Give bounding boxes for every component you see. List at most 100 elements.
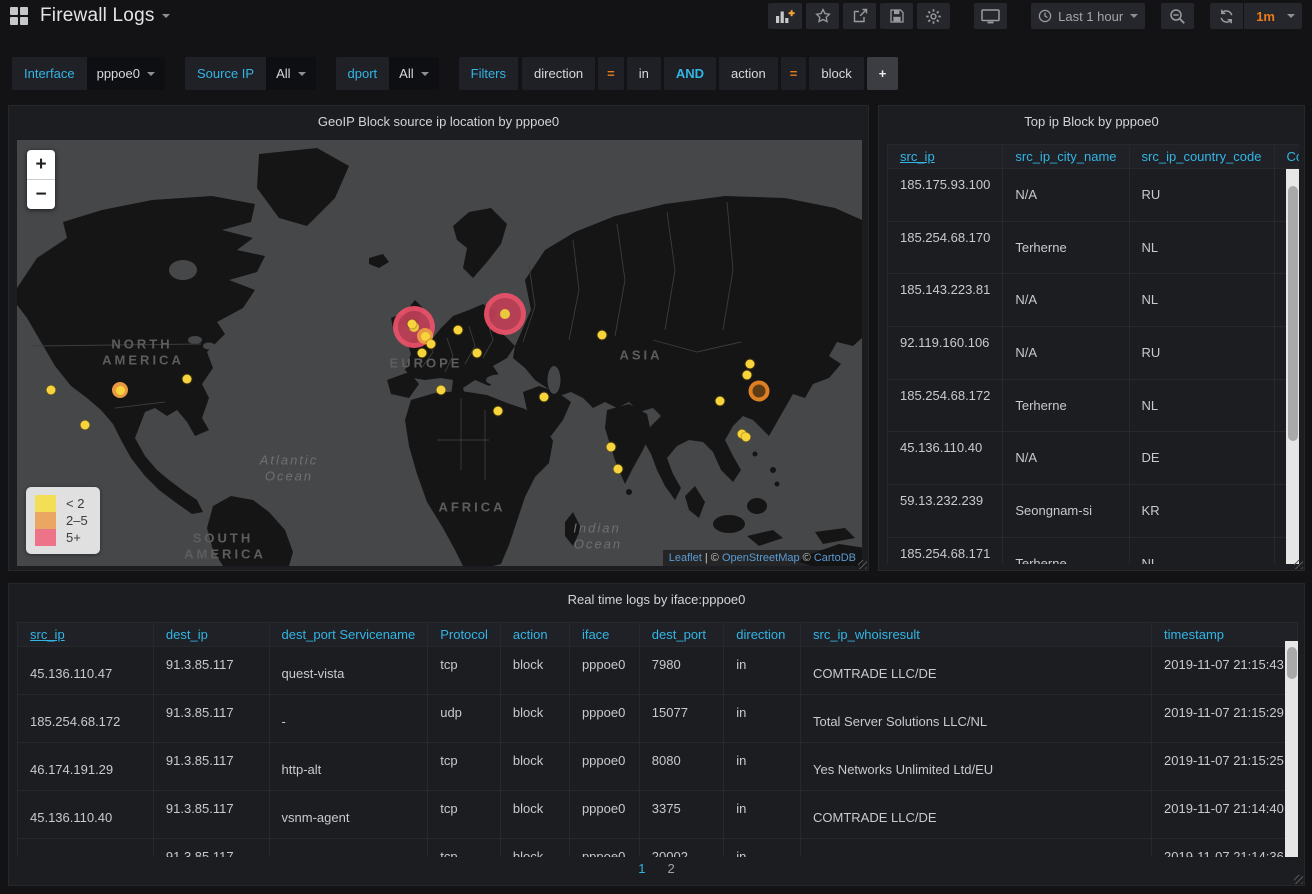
top-table-panel-title[interactable]: Top ip Block by pppoe0 bbox=[879, 106, 1304, 140]
interface-value-dropdown[interactable]: pppoe0 bbox=[87, 57, 165, 90]
map-marker-small[interactable] bbox=[598, 331, 607, 340]
table-row: 185.254.68.17291.3.85.117-udpblockpppoe0… bbox=[18, 695, 1298, 743]
world-map[interactable]: NORTHAMERICAEUROPEASIAAFRICASOUTHAMERICA… bbox=[17, 140, 862, 566]
refresh-interval-picker[interactable]: 1m bbox=[1244, 3, 1302, 29]
map-marker-small[interactable] bbox=[473, 349, 482, 358]
cell-action: block bbox=[500, 743, 569, 791]
filter-chip-action[interactable]: action bbox=[719, 57, 778, 90]
column-header-dest_ip[interactable]: dest_ip bbox=[153, 623, 269, 647]
page-button-2[interactable]: 2 bbox=[668, 861, 675, 876]
save-dashboard-button[interactable] bbox=[880, 3, 913, 29]
cell-src_ip_country_code: NL bbox=[1129, 379, 1274, 432]
legend-item: 2–5 bbox=[35, 512, 88, 529]
cell-src_ip: 185.254.68.172 bbox=[18, 695, 154, 743]
filter-chip-=[interactable]: = bbox=[598, 57, 624, 90]
cell-dest_port-servicename: commtact-http bbox=[269, 839, 428, 858]
panel-resize-handle[interactable] bbox=[858, 560, 867, 569]
logs-panel-title[interactable]: Real time logs by iface:pppoe0 bbox=[9, 584, 1304, 618]
star-dashboard-button[interactable] bbox=[806, 3, 839, 29]
map-marker-small[interactable] bbox=[607, 443, 616, 452]
filter-chip-and[interactable]: AND bbox=[664, 57, 716, 90]
panel-resize-handle[interactable] bbox=[1294, 875, 1303, 884]
share-dashboard-button[interactable] bbox=[843, 3, 876, 29]
map-marker-small[interactable] bbox=[183, 375, 192, 384]
attribution-link-leaflet[interactable]: Leaflet bbox=[669, 552, 702, 564]
map-marker-small[interactable] bbox=[743, 371, 752, 380]
source-ip-value-dropdown[interactable]: All bbox=[266, 57, 315, 90]
cell-src_ip: 59.13.232.239 bbox=[888, 485, 1003, 538]
map-marker-small[interactable] bbox=[427, 340, 436, 349]
column-header-src_ip[interactable]: src_ip bbox=[888, 145, 1003, 169]
map-marker-big[interactable] bbox=[484, 293, 526, 335]
cell-action: block bbox=[500, 695, 569, 743]
cell-src_ip_country_code: NL bbox=[1129, 274, 1274, 327]
dashboard-settings-button[interactable] bbox=[917, 3, 950, 29]
page-button-1[interactable]: 1 bbox=[638, 861, 645, 876]
map-marker-ring[interactable] bbox=[749, 381, 770, 402]
map-marker-small[interactable] bbox=[408, 320, 417, 329]
logs-table-scroll-area[interactable]: src_ipdest_ipdest_port ServicenameProtoc… bbox=[17, 622, 1298, 857]
attribution-link-openstreetmap[interactable]: OpenStreetMap bbox=[722, 552, 800, 564]
column-header-direction[interactable]: direction bbox=[724, 623, 801, 647]
attribution-separator: © bbox=[800, 552, 814, 564]
filter-chip-direction[interactable]: direction bbox=[522, 57, 595, 90]
filter-chip-list: direction=inANDaction=block+ bbox=[522, 57, 898, 90]
column-header-timestamp[interactable]: timestamp bbox=[1152, 623, 1298, 647]
map-marker-small[interactable] bbox=[494, 407, 503, 416]
map-marker-small[interactable] bbox=[540, 393, 549, 402]
column-header-src_ip[interactable]: src_ip bbox=[18, 623, 154, 647]
column-header-src_ip_city_name[interactable]: src_ip_city_name bbox=[1003, 145, 1129, 169]
map-panel-title[interactable]: GeoIP Block source ip location by pppoe0 bbox=[9, 106, 868, 140]
map-marker-small[interactable] bbox=[47, 386, 56, 395]
filter-chip-in[interactable]: in bbox=[627, 57, 661, 90]
zoom-out-time-button[interactable] bbox=[1161, 3, 1194, 29]
map-marker-small[interactable] bbox=[437, 386, 446, 395]
map-marker-small[interactable] bbox=[454, 326, 463, 335]
cell-src_ip: 185.254.68.170 bbox=[888, 221, 1003, 274]
map-marker-small[interactable] bbox=[418, 349, 427, 358]
time-range-picker[interactable]: Last 1 hour bbox=[1031, 3, 1145, 29]
source-ip-caret-icon bbox=[298, 72, 306, 76]
top-table-scrollbar[interactable] bbox=[1286, 169, 1299, 564]
map-zoom-out-button[interactable]: − bbox=[27, 180, 55, 209]
cell-src_ip_whoisresult: Yes Networks Unlimited Ltd/EU bbox=[800, 743, 1151, 791]
cell-dest_port: 8080 bbox=[639, 743, 723, 791]
map-marker-small[interactable] bbox=[81, 421, 90, 430]
map-marker-small[interactable] bbox=[614, 465, 623, 474]
column-header-dest_port-servicename[interactable]: dest_port Servicename bbox=[269, 623, 428, 647]
map-marker-small[interactable] bbox=[716, 397, 725, 406]
logs-table-scrollbar[interactable] bbox=[1285, 641, 1298, 857]
table-row: 46.174.191.2991.3.85.117http-alttcpblock… bbox=[18, 743, 1298, 791]
cell-iface: pppoe0 bbox=[569, 743, 639, 791]
map-marker-mid[interactable] bbox=[112, 382, 128, 398]
refresh-button[interactable] bbox=[1210, 3, 1243, 29]
panel-resize-handle[interactable] bbox=[1294, 560, 1303, 569]
column-header-protocol[interactable]: Protocol bbox=[428, 623, 501, 647]
add-filter-button[interactable]: + bbox=[867, 57, 899, 90]
column-header-src_ip_whoisresult[interactable]: src_ip_whoisresult bbox=[800, 623, 1151, 647]
add-panel-button[interactable] bbox=[768, 3, 802, 29]
filter-chip-block[interactable]: block bbox=[809, 57, 863, 90]
attribution-link-cartodb[interactable]: CartoDB bbox=[814, 552, 856, 564]
kiosk-mode-button[interactable] bbox=[974, 3, 1007, 29]
interface-label: Interface bbox=[12, 57, 87, 90]
column-header-count[interactable]: Count bbox=[1274, 145, 1299, 169]
filter-chip-=[interactable]: = bbox=[781, 57, 807, 90]
table-row: 45.136.110.4791.3.85.117quest-vistatcpbl… bbox=[18, 647, 1298, 695]
top-table-scroll-area[interactable]: src_ipsrc_ip_city_namesrc_ip_country_cod… bbox=[887, 144, 1299, 564]
column-header-dest_port[interactable]: dest_port bbox=[639, 623, 723, 647]
cell-timestamp: 2019-11-07 21:15:29 bbox=[1152, 695, 1298, 743]
dport-value-dropdown[interactable]: All bbox=[389, 57, 438, 90]
save-icon bbox=[889, 8, 905, 24]
column-header-src_ip_country_code[interactable]: src_ip_country_code bbox=[1129, 145, 1274, 169]
map-zoom-in-button[interactable]: + bbox=[27, 150, 55, 180]
map-marker-small[interactable] bbox=[746, 360, 755, 369]
map-marker-small[interactable] bbox=[742, 433, 751, 442]
column-header-action[interactable]: action bbox=[500, 623, 569, 647]
variable-dport: dport All bbox=[336, 57, 439, 90]
dashboard-grid-icon[interactable] bbox=[10, 7, 28, 25]
dashboard-title[interactable]: Firewall Logs bbox=[40, 5, 155, 27]
column-header-iface[interactable]: iface bbox=[569, 623, 639, 647]
cell-direction: in bbox=[724, 791, 801, 839]
table-row: 185.254.68.172TerherneNL4.00 bbox=[888, 379, 1300, 432]
